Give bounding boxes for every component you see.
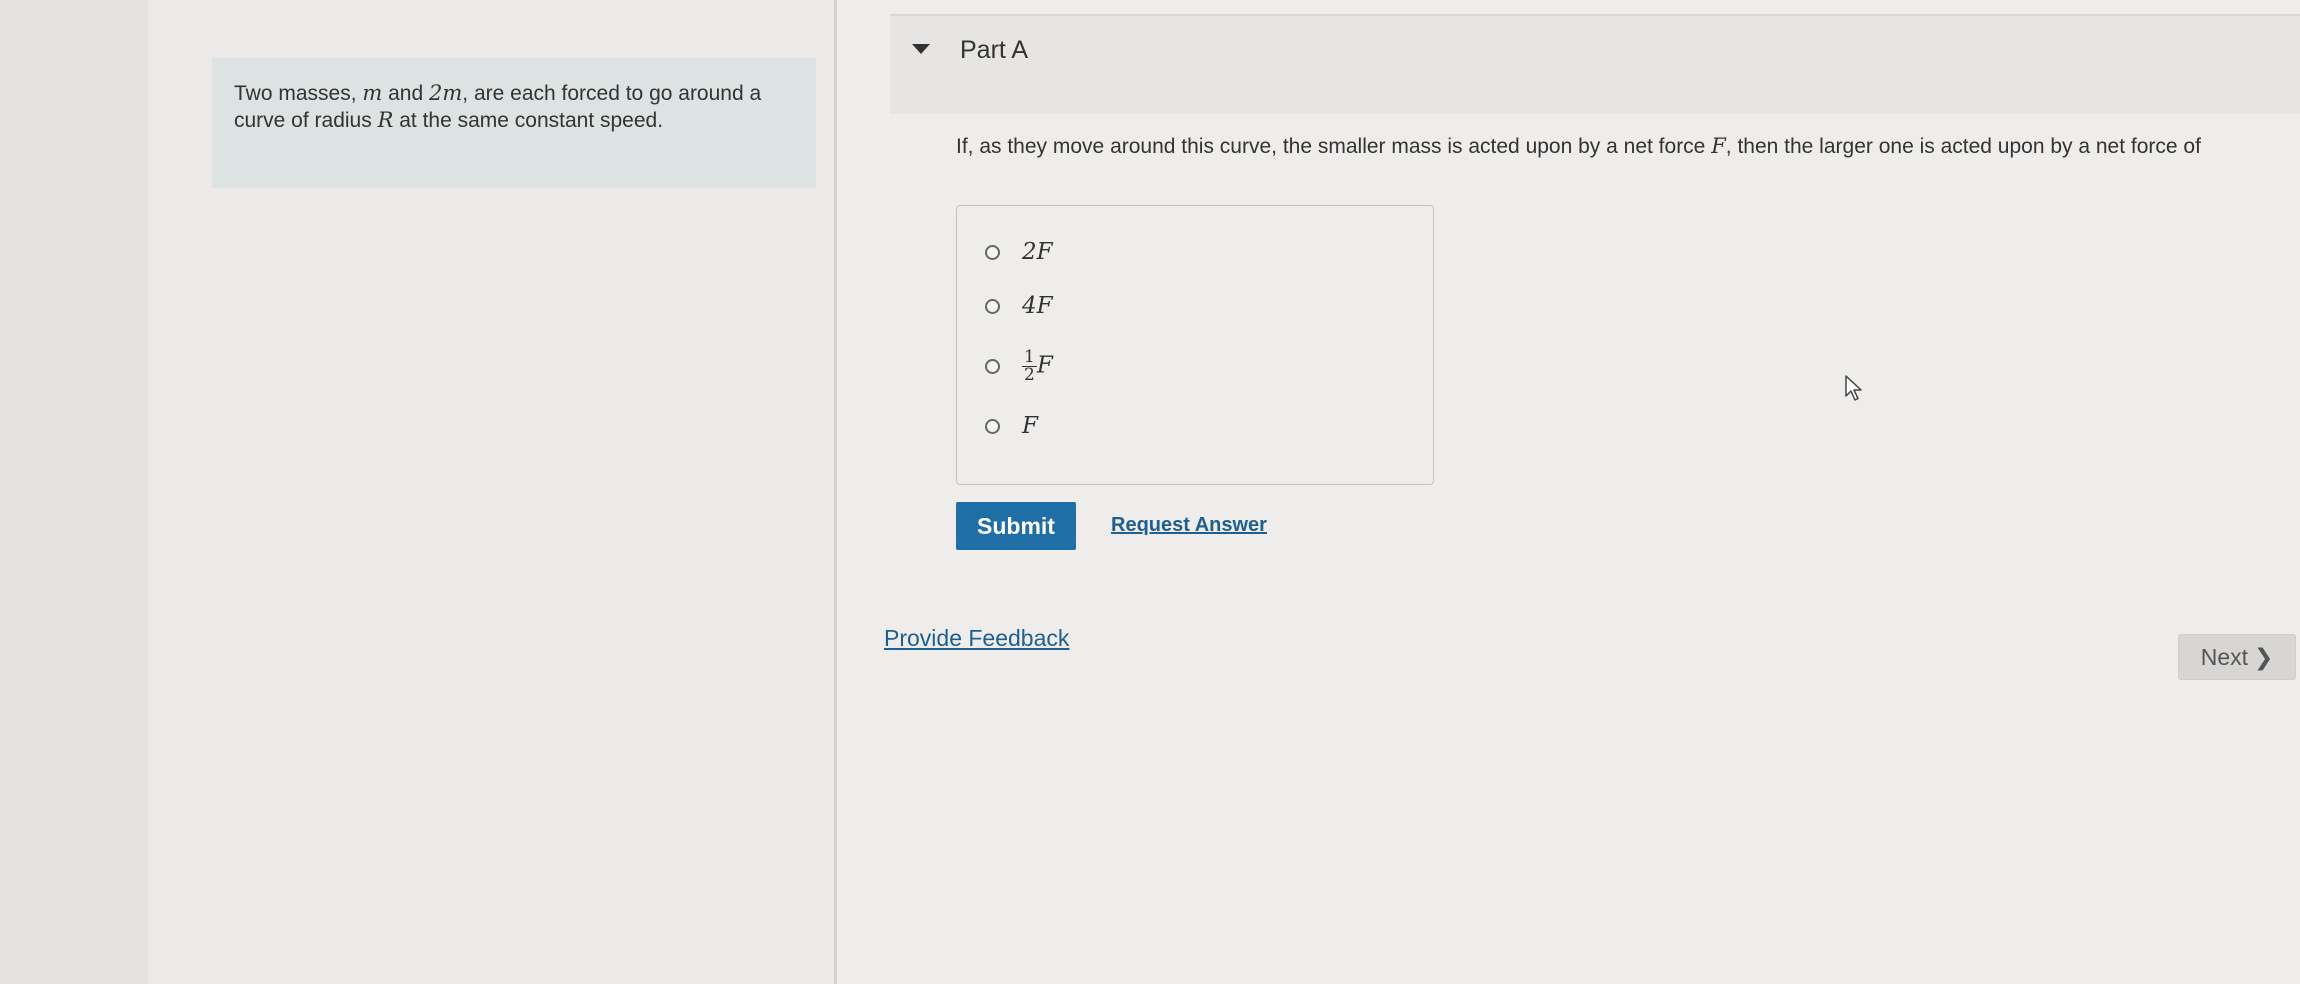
radio-button[interactable] [985,358,1000,374]
math-m: m [362,81,383,105]
choice-label[interactable]: F [1022,413,1038,439]
request-answer-link[interactable]: Request Answer [1111,514,1267,537]
radio-button[interactable] [985,418,1000,434]
next-button[interactable]: Next ❯ [2178,634,2296,680]
submit-button[interactable]: Submit [956,502,1076,550]
choice-2F[interactable]: 2F [985,232,1053,272]
part-title[interactable]: Part A [960,36,1028,65]
fraction-variable: F [1036,352,1053,378]
question-part: If, as they move around this curve, the … [956,135,1712,158]
question-part: , then the larger one is acted upon by a… [1725,135,2201,158]
choice-F[interactable]: F [985,406,1038,446]
math-F: F [1711,134,1726,158]
fraction-numerator: 1 [1022,346,1037,367]
answer-choices: 2F 4F 1 2 F F [956,205,1434,485]
problem-text: at the same constant speed. [393,109,664,132]
fraction-denominator: 2 [1024,364,1035,385]
choice-label[interactable]: 1 2 F [1022,346,1053,385]
choice-4F[interactable]: 4F [985,286,1053,326]
radio-button[interactable] [985,298,1000,314]
problem-text: and [382,82,430,105]
problem-text: Two masses, [234,82,363,105]
next-label: Next [2200,643,2248,670]
math-2m: 2m [429,81,463,105]
left-margin [0,0,148,984]
math-R: R [377,108,394,132]
fraction: 1 2 [1022,346,1037,385]
choice-half-F[interactable]: 1 2 F [985,346,1053,386]
part-a-header[interactable] [890,14,2300,114]
mouse-pointer-icon [1845,375,1862,401]
chevron-right-icon: ❯ [2254,643,2274,670]
provide-feedback-link[interactable]: Provide Feedback [884,625,1069,652]
choice-label[interactable]: 4F [1022,293,1053,319]
problem-statement: Two masses, m and 2m, are each forced to… [212,58,816,188]
choice-label[interactable]: 2F [1022,239,1053,265]
collapse-caret-icon[interactable] [912,44,930,54]
question-text: If, as they move around this curve, the … [956,133,2300,160]
radio-button[interactable] [985,244,1000,260]
